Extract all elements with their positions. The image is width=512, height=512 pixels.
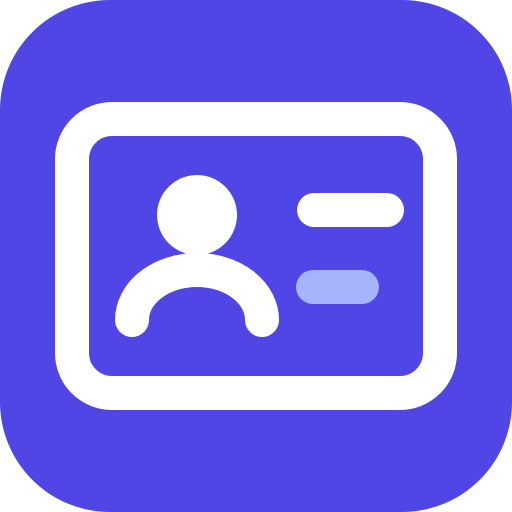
contact-card-icon — [0, 0, 512, 512]
person-head — [157, 175, 237, 255]
app-icon[interactable] — [0, 0, 512, 512]
